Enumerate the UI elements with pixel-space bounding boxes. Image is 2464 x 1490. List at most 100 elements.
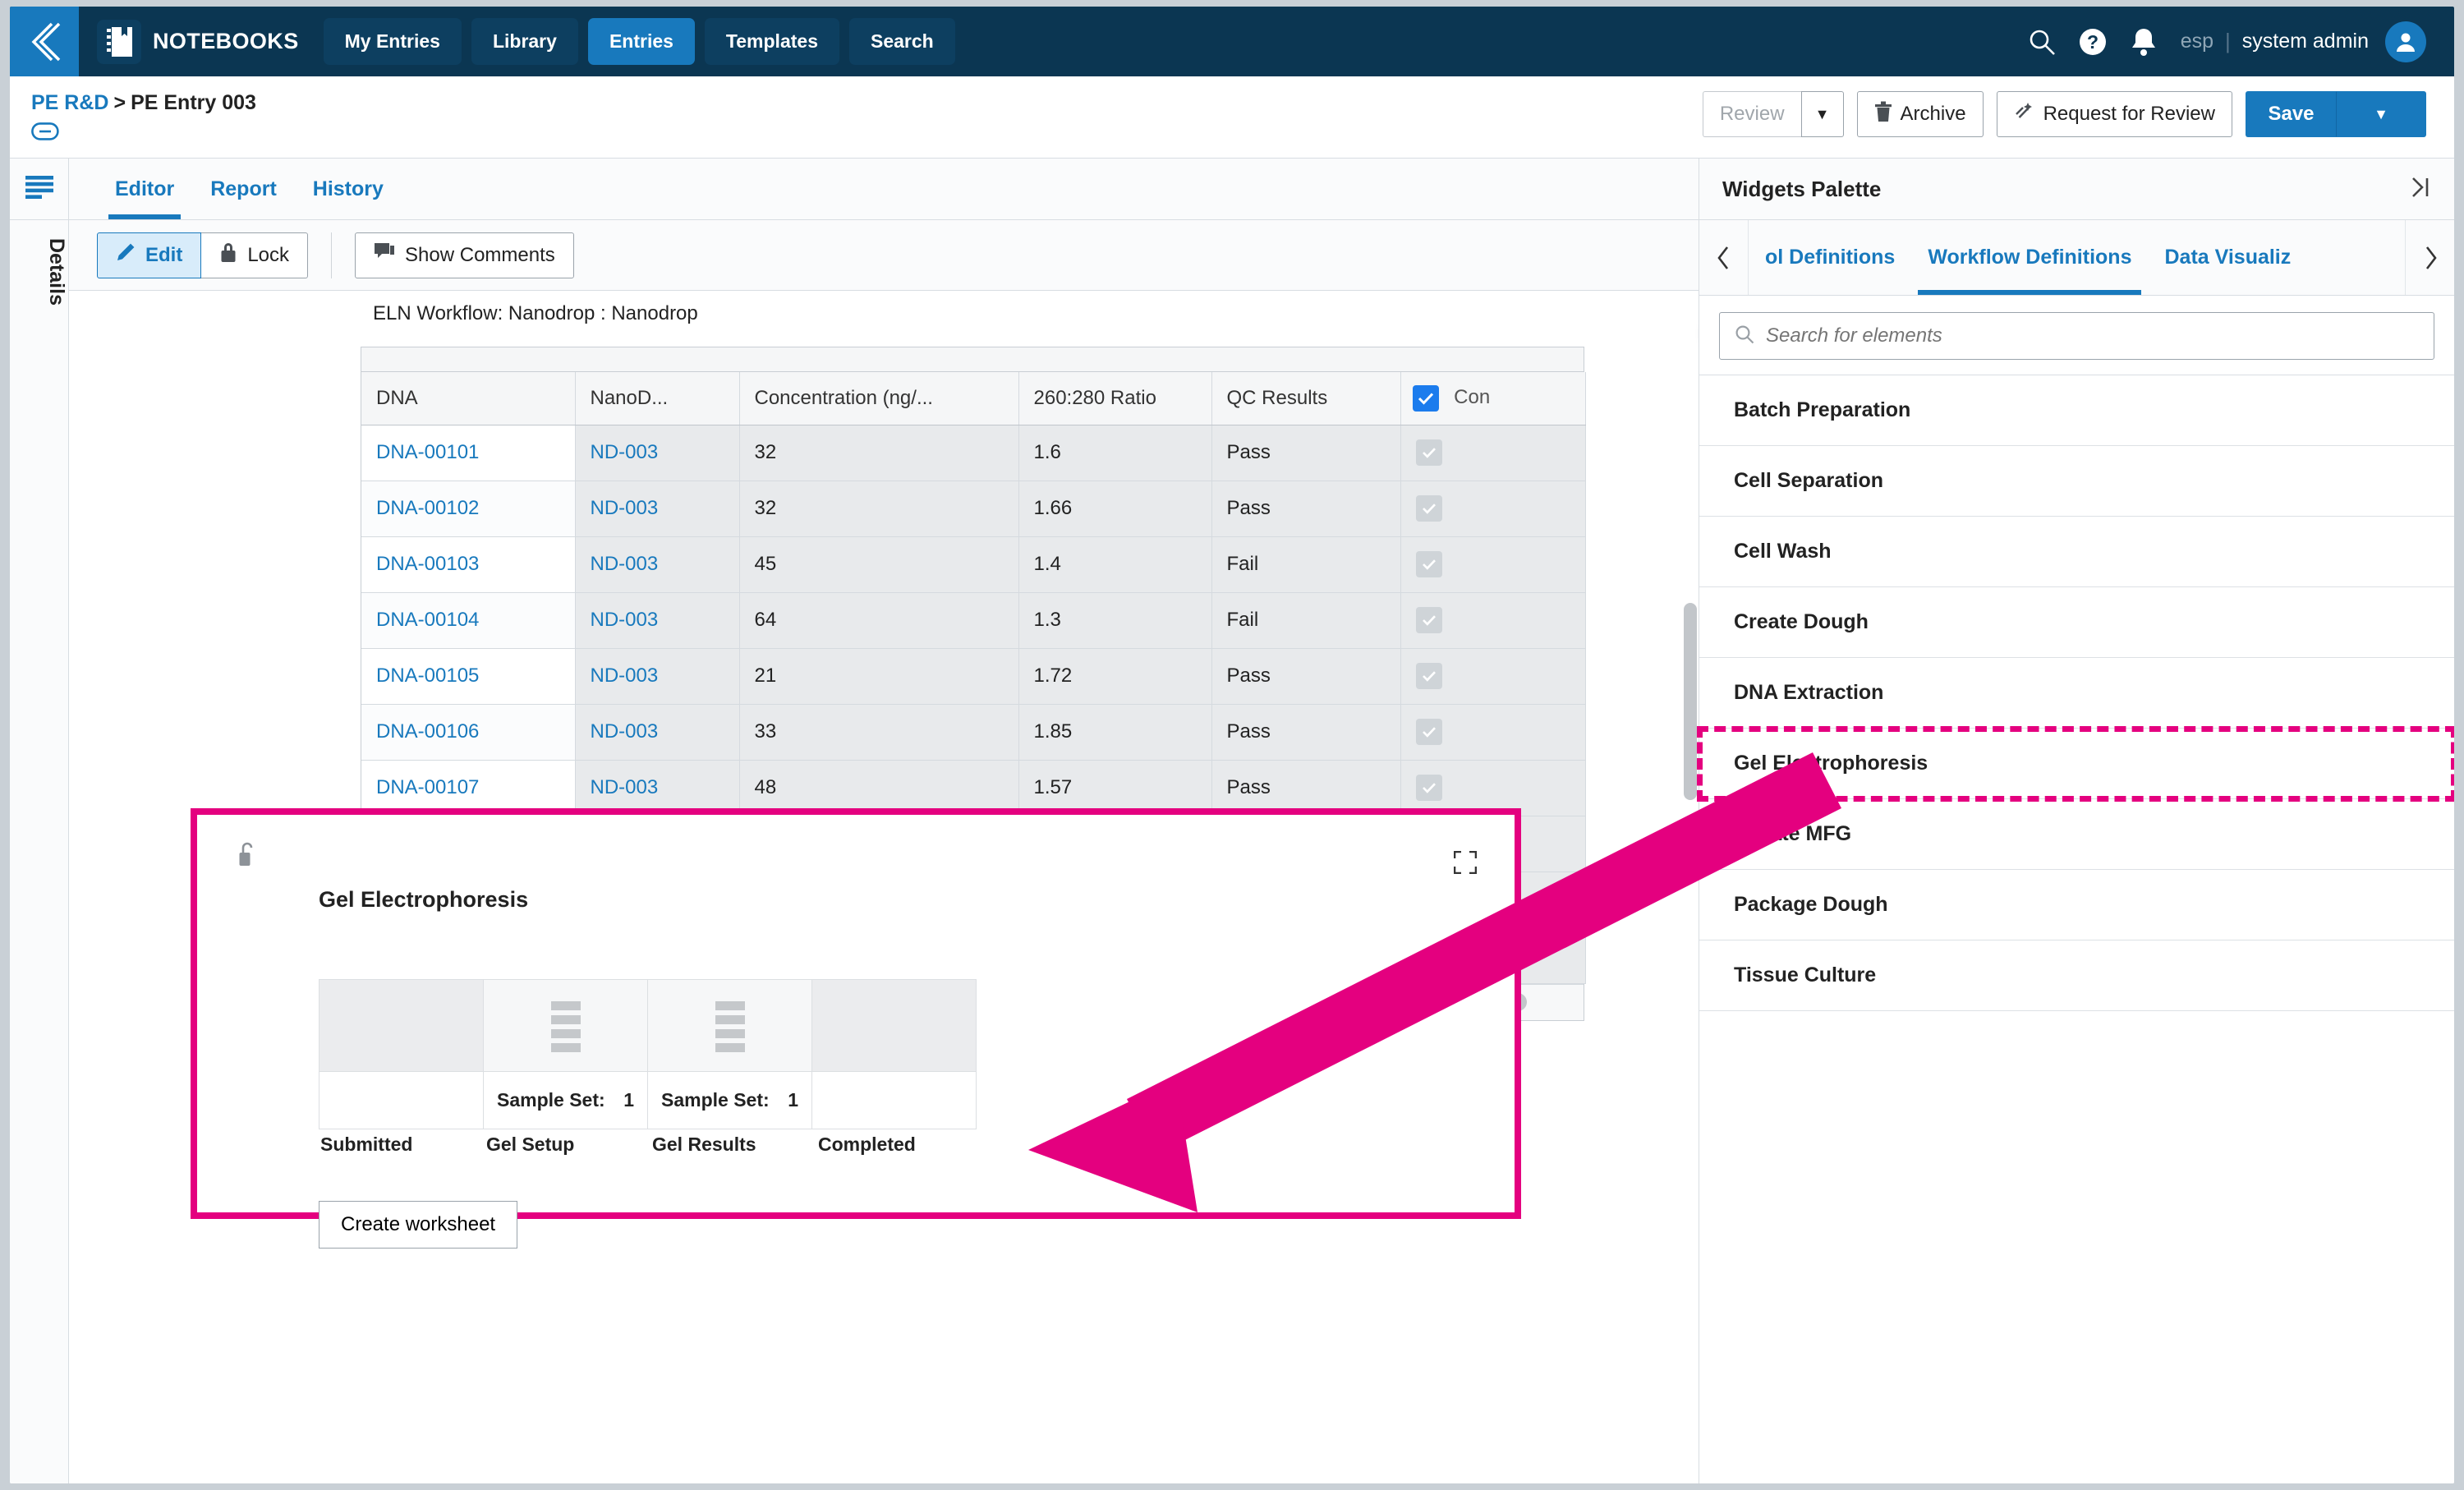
review-dropdown-caret[interactable]: ▼ [1800,91,1844,137]
help-icon[interactable]: ? [2067,16,2118,67]
cell-nanodrop[interactable]: ND-003 [575,425,740,481]
tab-editor[interactable]: Editor [97,159,192,219]
gel-slot-gel-results[interactable] [647,979,812,1072]
table-row[interactable]: DNA-00107 ND-003 48 1.57 Pass [361,760,1586,816]
row-checkbox[interactable] [1415,607,1442,633]
gel-slot-submitted[interactable] [319,979,484,1072]
breadcrumb-root-link[interactable]: PE R&D [31,91,108,114]
lock-button[interactable]: Lock [201,232,309,278]
link-icon[interactable] [31,122,256,145]
palette-item[interactable]: Gel Electrophoresis [1697,726,2454,802]
table-row[interactable]: DNA-00104 ND-003 64 1.3 Fail [361,592,1586,649]
palette-tab-data-visualization[interactable]: Data Visualiz [2148,220,2307,295]
nav-tab-library[interactable]: Library [471,18,578,65]
col-header-confirmed[interactable]: Con [1400,372,1586,425]
gel-step-labels: Submitted Gel Setup Gel Results Complete… [319,1134,982,1156]
col-header-nanodrop[interactable]: NanoD... [575,372,740,425]
cell-confirmed[interactable] [1400,536,1586,593]
row-checkbox[interactable] [1415,439,1442,466]
cell-dna[interactable]: DNA-00105 [361,648,576,705]
save-dropdown-caret[interactable]: ▼ [2336,91,2426,137]
gel-step-values-row: Sample Set: 1 Sample Set: 1 [319,1071,977,1129]
cell-confirmed[interactable] [1400,648,1586,705]
show-comments-button[interactable]: Show Comments [355,232,574,278]
table-row[interactable]: DNA-00106 ND-003 33 1.85 Pass [361,704,1586,761]
palette-prev-arrow[interactable] [1699,220,1749,295]
search-icon[interactable] [2016,16,2067,67]
collapse-right-icon[interactable] [2407,176,2431,203]
save-button[interactable]: Save [2246,91,2336,137]
cell-nanodrop[interactable]: ND-003 [575,704,740,761]
cell-confirmed[interactable] [1400,425,1586,481]
table-row[interactable]: DNA-00101 ND-003 32 1.6 Pass [361,425,1586,481]
cell-nanodrop[interactable]: ND-003 [575,592,740,649]
palette-item[interactable]: Initiate MFG [1699,799,2454,870]
col-header-ratio[interactable]: 260:280 Ratio [1018,372,1212,425]
cell-confirmed[interactable] [1400,704,1586,761]
cell-confirmed[interactable] [1400,592,1586,649]
palette-item[interactable]: Package Dough [1699,870,2454,940]
gel-slot-completed[interactable] [811,979,977,1072]
palette-item[interactable]: Cell Wash [1699,517,2454,587]
cell-dna[interactable]: DNA-00103 [361,536,576,593]
cell-dna[interactable]: DNA-00104 [361,592,576,649]
table-row[interactable]: DNA-00102 ND-003 32 1.66 Pass [361,481,1586,537]
nav-separator: | [2225,29,2231,53]
cell-nanodrop[interactable]: ND-003 [575,648,740,705]
save-split-button[interactable]: Save ▼ [2246,91,2426,137]
gel-slot-gel-setup[interactable] [483,979,648,1072]
palette-item[interactable]: Tissue Culture [1699,940,2454,1011]
col-header-qc-results[interactable]: QC Results [1211,372,1401,425]
palette-item[interactable]: Cell Separation [1699,446,2454,517]
cell-nanodrop[interactable]: ND-003 [575,536,740,593]
notifications-icon[interactable] [2118,16,2169,67]
palette-next-arrow[interactable] [2405,220,2454,295]
sidebar-collapse-button[interactable] [10,7,79,76]
cell-confirmed[interactable] [1400,481,1586,537]
cell-dna[interactable]: DNA-00107 [361,760,576,816]
palette-tab-tool-definitions[interactable]: ol Definitions [1749,220,1911,295]
nav-tab-my-entries[interactable]: My Entries [323,18,462,65]
unlocked-padlock-icon[interactable] [237,841,258,871]
cell-dna[interactable]: DNA-00106 [361,704,576,761]
create-worksheet-button[interactable]: Create worksheet [319,1201,518,1249]
archive-button[interactable]: Archive [1856,91,1984,137]
details-side-rail[interactable]: Details [10,220,69,1483]
cell-dna[interactable]: DNA-00101 [361,425,576,481]
nav-tab-search[interactable]: Search [848,18,955,65]
palette-search-input[interactable] [1766,324,2419,347]
cell-dna[interactable]: DNA-00102 [361,481,576,537]
row-checkbox[interactable] [1415,495,1442,522]
select-all-checkbox[interactable] [1412,384,1439,412]
request-for-review-button[interactable]: Request for Review [1996,91,2232,137]
user-avatar-icon[interactable] [2385,21,2426,62]
row-checkbox[interactable] [1415,663,1442,689]
cell-nanodrop[interactable]: ND-003 [575,481,740,537]
tab-report[interactable]: Report [192,159,295,219]
edit-button[interactable]: Edit [97,232,202,278]
tab-history[interactable]: History [295,159,402,219]
palette-tab-workflow-definitions[interactable]: Workflow Definitions [1911,220,2148,295]
expand-fullscreen-icon[interactable] [1453,850,1478,878]
cell-nanodrop[interactable]: ND-003 [575,760,740,816]
review-split-button[interactable]: Review ▼ [1702,91,1844,137]
details-panel-toggle[interactable] [10,159,69,219]
cell-qc-results: Fail [1211,592,1401,649]
table-row[interactable]: DNA-00103 ND-003 45 1.4 Fail [361,536,1586,593]
nav-tab-entries[interactable]: Entries [587,18,695,65]
editor-vertical-scrollbar[interactable] [1684,603,1697,800]
col-header-dna[interactable]: DNA [361,372,576,425]
review-button[interactable]: Review [1702,91,1801,137]
palette-item[interactable]: Batch Preparation [1699,375,2454,446]
row-checkbox[interactable] [1415,775,1442,801]
table-row[interactable]: DNA-00105 ND-003 21 1.72 Pass [361,648,1586,705]
row-checkbox[interactable] [1415,719,1442,745]
row-checkbox[interactable] [1415,551,1442,577]
palette-search-box[interactable] [1719,312,2434,360]
palette-item[interactable]: Create Dough [1699,587,2454,658]
palette-item[interactable]: DNA Extraction [1699,658,2454,729]
cell-confirmed[interactable] [1400,760,1586,816]
app-root: NOTEBOOKS My Entries Library Entries Tem… [0,0,2464,1490]
nav-tab-templates[interactable]: Templates [704,18,839,65]
col-header-concentration[interactable]: Concentration (ng/... [739,372,1019,425]
